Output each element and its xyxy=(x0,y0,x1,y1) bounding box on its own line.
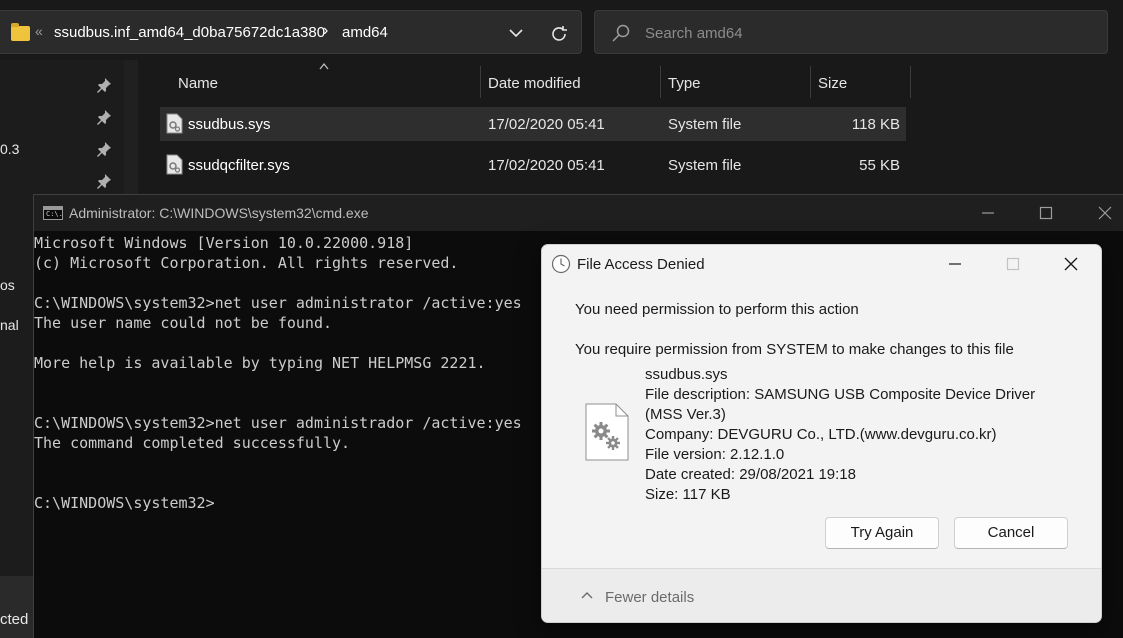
column-divider[interactable] xyxy=(910,66,911,98)
console-prompt: C:\WINDOWS\system32> xyxy=(34,494,215,512)
console-line: The user name could not be found. xyxy=(34,314,333,332)
column-divider[interactable] xyxy=(480,66,481,98)
try-again-button[interactable]: Try Again xyxy=(825,517,939,549)
console-line: C:\WINDOWS\system32>net user administrat… xyxy=(34,294,522,312)
breadcrumb-parent[interactable]: ssudbus.inf_amd64_d0ba75672dc1a380 xyxy=(54,24,325,41)
address-bar[interactable]: « ssudbus.inf_amd64_d0ba75672dc1a380 › a… xyxy=(0,10,582,54)
pin-icon[interactable] xyxy=(96,77,112,93)
search-box[interactable]: Search amd64 xyxy=(594,10,1108,54)
file-date-modified: 17/02/2020 05:41 xyxy=(488,116,605,133)
detail-date-created: Date created: 29/08/2021 19:18 xyxy=(645,466,856,483)
fewer-details-toggle[interactable]: Fewer details xyxy=(605,589,694,606)
column-header-date-modified[interactable]: Date modified xyxy=(488,75,581,107)
system-file-gear-icon xyxy=(585,403,629,461)
breadcrumb-separator[interactable]: › xyxy=(323,22,328,40)
console-line: The command completed successfully. xyxy=(34,434,351,452)
nav-item-fragment[interactable]: os xyxy=(0,277,15,293)
minimize-icon[interactable] xyxy=(945,254,965,274)
column-divider[interactable] xyxy=(810,66,811,98)
file-name: ssudbus.sys xyxy=(188,116,271,133)
folder-icon xyxy=(11,23,30,41)
sort-ascending-icon xyxy=(319,62,329,70)
file-type: System file xyxy=(668,116,742,133)
cmd-title-bar[interactable]: C:\. Administrator: C:\WINDOWS\system32\… xyxy=(34,195,1123,231)
cmd-window-title: Administrator: C:\WINDOWS\system32\cmd.e… xyxy=(69,205,369,221)
file-access-denied-dialog: File Access Denied You need permission t… xyxy=(541,244,1102,623)
breadcrumb-overflow[interactable]: « xyxy=(35,23,43,39)
minimize-icon[interactable] xyxy=(978,203,998,223)
maximize-icon[interactable] xyxy=(1036,203,1056,223)
column-header-size[interactable]: Size xyxy=(818,75,847,107)
console-line: More help is available by typing NET HEL… xyxy=(34,354,486,372)
pin-icon[interactable] xyxy=(96,109,112,125)
console-line: Microsoft Windows [Version 10.0.22000.91… xyxy=(34,234,414,252)
refresh-icon[interactable] xyxy=(548,23,570,45)
detail-file-name: ssudbus.sys xyxy=(645,366,728,383)
close-icon[interactable] xyxy=(1095,203,1115,223)
search-icon xyxy=(612,24,630,42)
detail-size: Size: 117 KB xyxy=(645,486,731,503)
file-name: ssudqcfilter.sys xyxy=(188,157,290,174)
file-size: 118 KB xyxy=(851,116,900,133)
pin-icon[interactable] xyxy=(96,173,112,189)
cmd-app-icon: C:\. xyxy=(43,206,63,220)
dialog-heading: You need permission to perform this acti… xyxy=(575,301,859,318)
cmd-console-output[interactable]: Microsoft Windows [Version 10.0.22000.91… xyxy=(34,233,522,513)
detail-file-description: File description: SAMSUNG USB Composite … xyxy=(645,386,1036,423)
dialog-footer: Fewer details xyxy=(542,568,1101,622)
breadcrumb-current[interactable]: amd64 xyxy=(342,24,388,41)
nav-item-fragment[interactable]: nal xyxy=(0,317,19,333)
cancel-button[interactable]: Cancel xyxy=(954,517,1068,549)
file-type: System file xyxy=(668,157,742,174)
column-header-name[interactable]: Name xyxy=(178,75,218,107)
column-divider[interactable] xyxy=(660,66,661,98)
file-size: 55 KB xyxy=(859,157,900,174)
dialog-subheading: You require permission from SYSTEM to ma… xyxy=(575,341,1014,358)
file-row[interactable]: ssudbus.sys 17/02/2020 05:41 System file… xyxy=(160,107,906,141)
file-date-modified: 17/02/2020 05:41 xyxy=(488,157,605,174)
pin-icon[interactable] xyxy=(96,141,112,157)
chevron-up-icon[interactable] xyxy=(580,590,594,600)
nav-item-fragment[interactable]: 0.3 xyxy=(0,141,19,157)
console-line: (c) Microsoft Corporation. All rights re… xyxy=(34,254,459,272)
system-file-icon xyxy=(166,113,183,134)
dialog-title-bar[interactable]: File Access Denied xyxy=(542,245,1101,283)
detail-file-version: File version: 2.12.1.0 xyxy=(645,446,785,463)
status-bar-strip xyxy=(0,576,34,638)
search-placeholder: Search amd64 xyxy=(645,25,743,42)
maximize-icon xyxy=(1006,257,1020,271)
dialog-title: File Access Denied xyxy=(577,256,705,273)
clock-icon xyxy=(551,254,571,274)
detail-company: Company: DEVGURU Co., LTD.(www.devguru.c… xyxy=(645,426,997,443)
chevron-down-icon[interactable] xyxy=(506,25,526,41)
file-row[interactable]: ssudqcfilter.sys 17/02/2020 05:41 System… xyxy=(160,148,906,182)
file-details: ssudbus.sys File description: SAMSUNG US… xyxy=(645,365,1075,505)
console-line: C:\WINDOWS\system32>net user administrad… xyxy=(34,414,522,432)
close-icon[interactable] xyxy=(1061,254,1081,274)
system-file-icon xyxy=(166,154,183,175)
column-header-type[interactable]: Type xyxy=(668,75,701,107)
